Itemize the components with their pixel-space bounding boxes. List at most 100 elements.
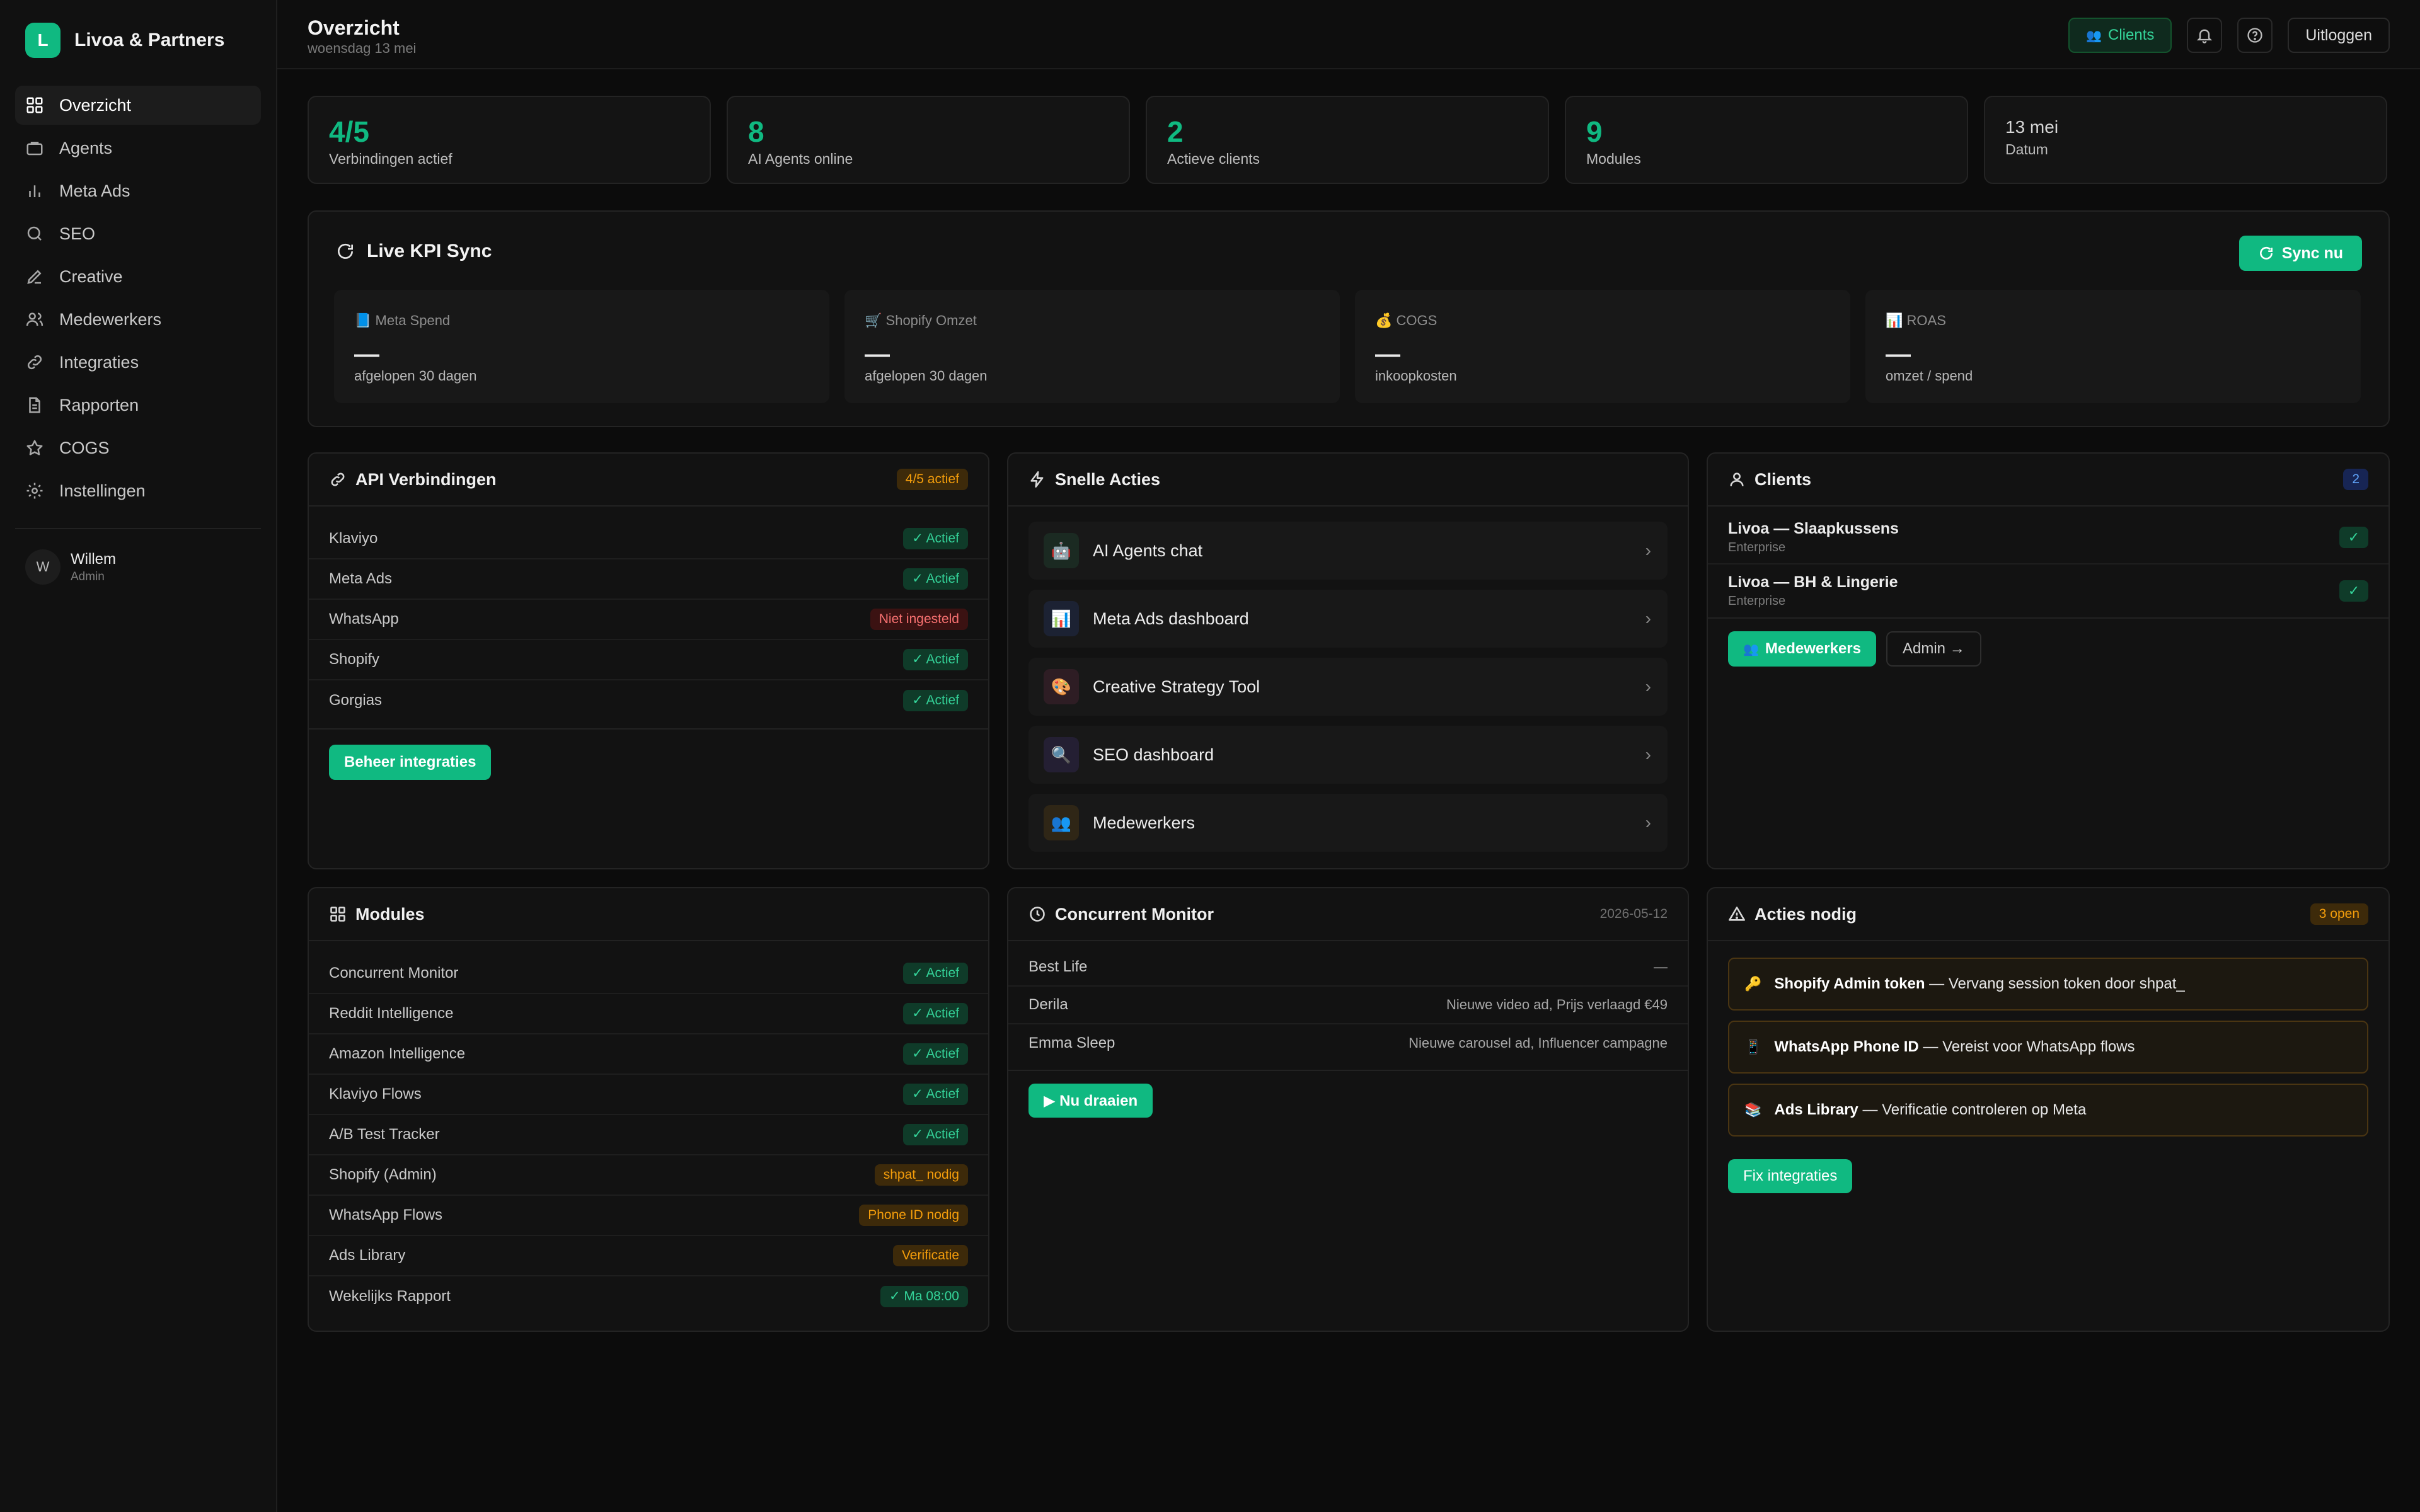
action-item[interactable]: 🔑 Shopify Admin token — Vervang session … <box>1728 958 2368 1011</box>
sidebar-item-integraties[interactable]: Integraties <box>15 343 261 382</box>
clients-button[interactable]: 👥 Clients <box>2068 18 2172 53</box>
stat-value: 2 <box>1167 115 1184 148</box>
kpi-label: 📊 ROAS <box>1886 312 1946 328</box>
sync-now-label: Sync nu <box>2281 244 2343 262</box>
users-icon: 👥 <box>1743 642 1759 656</box>
status-badge: Verificatie <box>892 1245 968 1266</box>
clients-button-label: Clients <box>2108 26 2155 43</box>
sync-now-button[interactable]: Sync nu <box>2238 236 2362 271</box>
check-icon: ✓ <box>2339 580 2368 602</box>
page-date: woensdag 13 mei <box>308 40 417 56</box>
kpi-card-cogs: 💰 COGS — inkoopkosten <box>1355 290 1850 403</box>
module-row: Shopify (Admin) shpat_ nodig <box>309 1155 988 1196</box>
kpi-subtext: inkoopkosten <box>1375 368 1457 384</box>
grid-icon <box>25 96 44 115</box>
star-icon <box>25 438 44 457</box>
sidebar-item-label: Rapporten <box>59 395 139 415</box>
stat-card-agents: 8 AI Agents online <box>727 96 1130 184</box>
pen-icon <box>25 267 44 286</box>
fix-integrations-button[interactable]: Fix integraties <box>1728 1159 1853 1193</box>
module-row: Wekelijks Rapport ✓ Ma 08:00 <box>309 1276 988 1317</box>
kpi-label: 💰 COGS <box>1375 312 1438 328</box>
module-row: Reddit Intelligence ✓ Actief <box>309 994 988 1034</box>
sidebar-item-instellingen[interactable]: Instellingen <box>15 471 261 510</box>
phone-icon: 📱 <box>1744 1039 1762 1055</box>
quick-action-label: AI Agents chat <box>1093 541 1203 560</box>
client-row[interactable]: Livoa — BH & Lingerie Enterprise ✓ <box>1708 564 2388 617</box>
kpi-subtext: afgelopen 30 dagen <box>354 368 477 384</box>
client-name: Livoa — BH & Lingerie <box>1728 573 1898 591</box>
users-icon <box>25 310 44 329</box>
status-badge: ✓ Actief <box>903 1124 968 1145</box>
help-button[interactable] <box>2237 18 2273 53</box>
module-row: Amazon Intelligence ✓ Actief <box>309 1034 988 1075</box>
quick-action-creative-strategy-tool[interactable]: 🎨 Creative Strategy Tool › <box>1028 658 1668 716</box>
user-icon <box>1728 471 1746 488</box>
quick-action-meta-ads-dashboard[interactable]: 📊 Meta Ads dashboard › <box>1028 590 1668 648</box>
quick-action-seo-dashboard[interactable]: 🔍 SEO dashboard › <box>1028 726 1668 784</box>
sidebar-item-medewerkers[interactable]: Medewerkers <box>15 300 261 339</box>
quick-action-label: SEO dashboard <box>1093 745 1214 764</box>
clock-icon <box>1028 905 1046 923</box>
users-icon: 👥 <box>1044 805 1079 840</box>
stat-value: 8 <box>748 115 764 148</box>
quick-action-ai-agents-chat[interactable]: 🤖 AI Agents chat › <box>1028 522 1668 580</box>
kpi-value: — <box>354 340 379 368</box>
cart-icon: 🛒 <box>865 312 882 328</box>
magnifier-icon: 🔍 <box>1044 737 1079 772</box>
sidebar-item-seo[interactable]: SEO <box>15 214 261 253</box>
sidebar-item-rapporten[interactable]: Rapporten <box>15 386 261 425</box>
document-icon <box>25 396 44 415</box>
kpi-label: 🛒 Shopify Omzet <box>865 312 977 328</box>
medewerkers-button[interactable]: 👥 Medewerkers <box>1728 631 1876 667</box>
sidebar-item-agents[interactable]: Agents <box>15 129 261 168</box>
brand[interactable]: L Livoa & Partners <box>25 23 224 58</box>
brand-logo: L <box>25 23 60 58</box>
logout-button[interactable]: Uitloggen <box>2288 18 2390 53</box>
warning-icon <box>1728 905 1746 923</box>
bar-chart-icon <box>25 181 44 200</box>
sidebar-item-meta-ads[interactable]: Meta Ads <box>15 171 261 210</box>
sidebar: L Livoa & Partners Overzicht Agents Meta… <box>0 0 277 1512</box>
quick-action-label: Creative Strategy Tool <box>1093 677 1260 696</box>
action-item[interactable]: 📱 WhatsApp Phone ID — Vereist voor Whats… <box>1728 1021 2368 1074</box>
user-role: Admin <box>71 570 105 583</box>
user-profile[interactable]: W Willem Admin <box>25 549 116 585</box>
run-now-button[interactable]: ▶ Nu draaien <box>1028 1084 1153 1118</box>
users-icon: 👥 <box>2086 28 2102 43</box>
competitor-row: Derila Nieuwe video ad, Prijs verlaagd €4… <box>1008 987 1688 1024</box>
module-row: Concurrent Monitor ✓ Actief <box>309 954 988 994</box>
stat-value: 13 mei <box>2005 117 2059 137</box>
kpi-value: — <box>1375 340 1400 368</box>
sidebar-item-creative[interactable]: Creative <box>15 257 261 296</box>
sidebar-nav: Overzicht Agents Meta Ads SEO Creative M… <box>15 86 261 514</box>
status-badge: Niet ingesteld <box>870 609 968 630</box>
briefcase-icon <box>25 139 44 158</box>
stat-card-clients: 2 Actieve clients <box>1146 96 1549 184</box>
stat-label: Verbindingen actief <box>329 151 452 167</box>
stat-value: 4/5 <box>329 115 369 148</box>
sidebar-item-label: Integraties <box>59 352 139 372</box>
chevron-right-icon: › <box>1645 677 1651 696</box>
sidebar-item-overzicht[interactable]: Overzicht <box>15 86 261 125</box>
stat-card-modules: 9 Modules <box>1565 96 1968 184</box>
book-icon: 📘 <box>354 312 372 328</box>
panel-title: Modules <box>355 904 425 924</box>
kpi-sync-panel: Live KPI Sync Sync nu 📘 Meta Spend — afg… <box>308 210 2390 427</box>
actions-needed-panel: Acties nodig 3 open 🔑 Shopify Admin toke… <box>1707 887 2390 1332</box>
status-badge: ✓ Actief <box>903 528 968 549</box>
quick-action-medewerkers[interactable]: 👥 Medewerkers › <box>1028 794 1668 852</box>
gear-icon <box>25 481 44 500</box>
client-row[interactable]: Livoa — Slaapkussens Enterprise ✓ <box>1708 512 2388 564</box>
sidebar-divider <box>15 528 261 529</box>
bell-icon <box>2196 26 2213 44</box>
status-badge: ✓ Actief <box>903 963 968 984</box>
action-item[interactable]: 📚 Ads Library — Verificatie controleren … <box>1728 1084 2368 1137</box>
status-badge: ✓ Ma 08:00 <box>880 1286 968 1307</box>
check-icon: ✓ <box>2339 527 2368 548</box>
list-item: Klaviyo ✓ Actief <box>309 519 988 559</box>
notifications-button[interactable] <box>2187 18 2223 53</box>
sidebar-item-cogs[interactable]: COGS <box>15 428 261 467</box>
admin-button[interactable]: Admin → <box>1886 631 1981 667</box>
manage-integrations-button[interactable]: Beheer integraties <box>329 745 492 780</box>
